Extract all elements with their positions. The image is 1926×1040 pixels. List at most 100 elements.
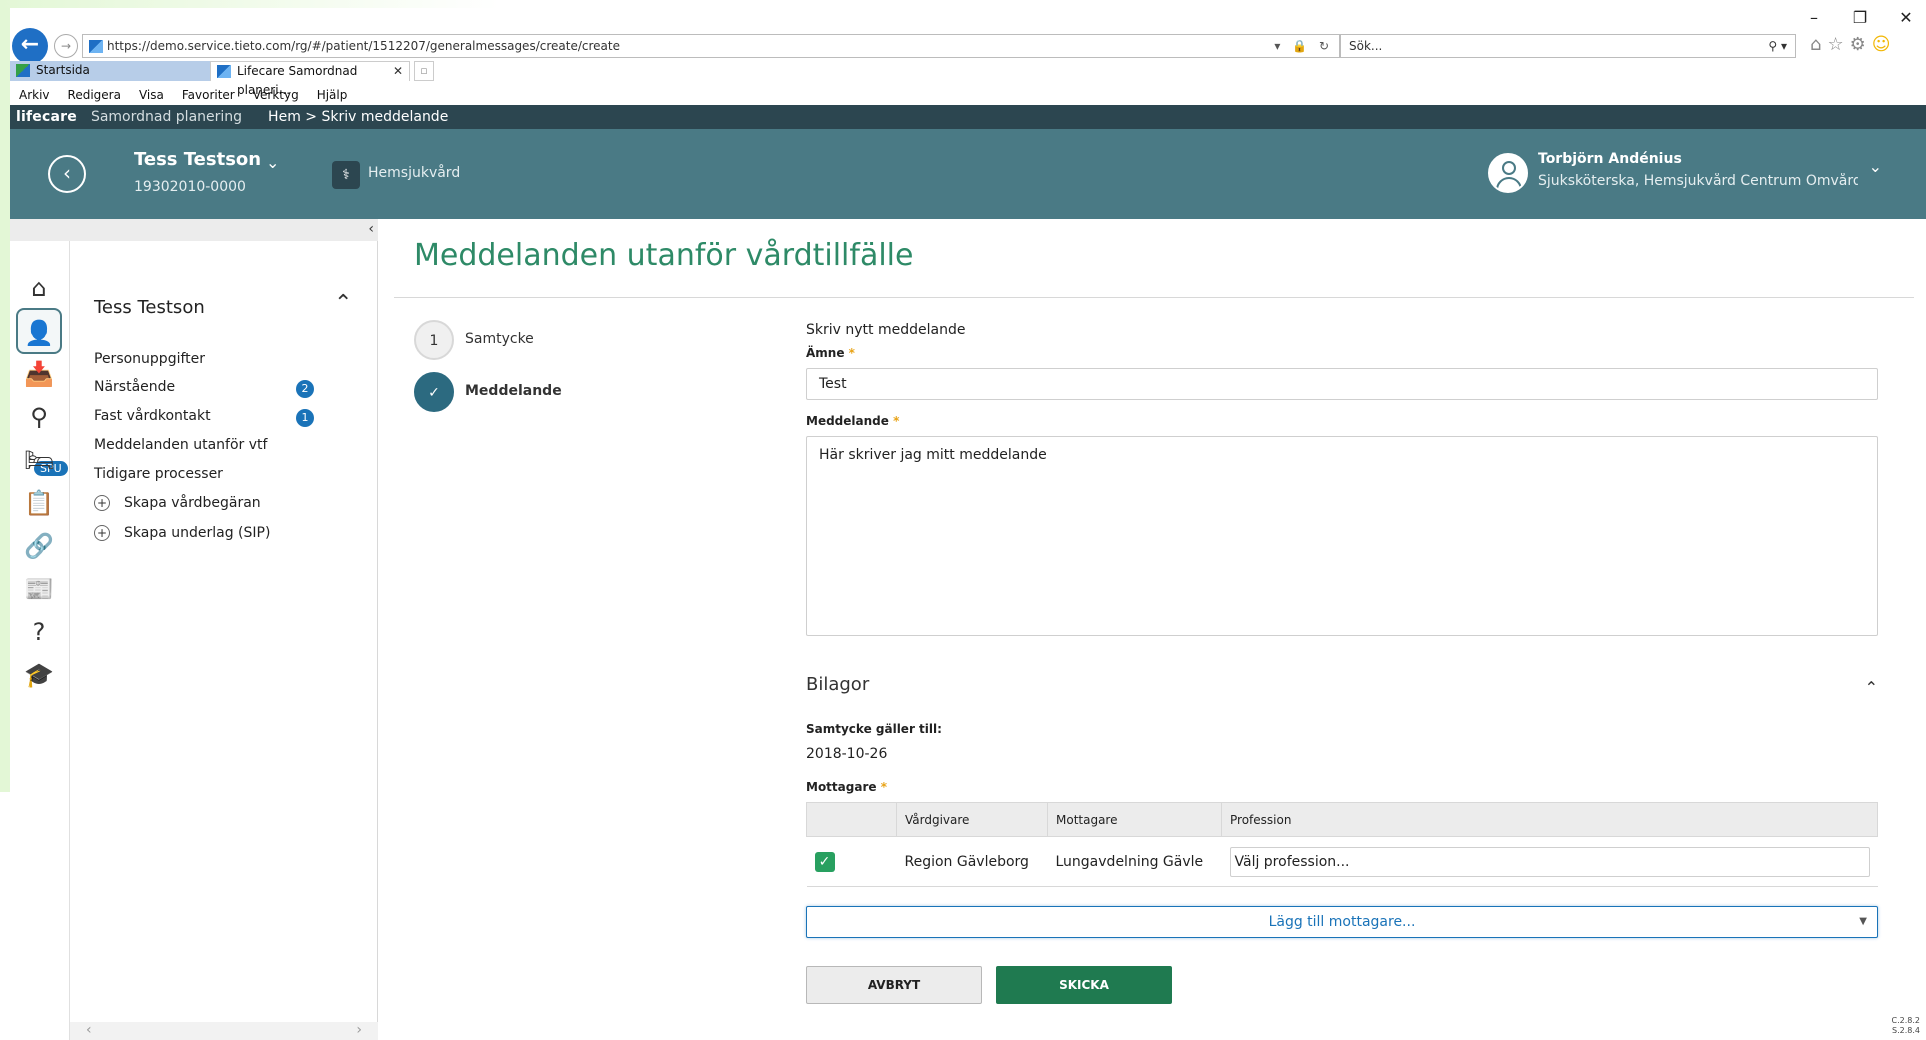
browser-forward-icon[interactable]: → xyxy=(54,34,78,58)
breadcrumb[interactable]: Hem > Skriv meddelande xyxy=(268,105,448,129)
menu-hjalp[interactable]: Hjälp xyxy=(308,85,357,105)
count-badge: 2 xyxy=(296,380,314,398)
column-header-profession[interactable]: Profession xyxy=(1221,802,1878,837)
report-nav-icon[interactable]: 📋 xyxy=(16,480,62,526)
home-nav-icon[interactable]: ⌂ xyxy=(16,265,62,311)
menu-visa[interactable]: Visa xyxy=(130,85,173,105)
new-tab-icon[interactable]: ▫ xyxy=(414,61,434,81)
tab-lifecare[interactable]: Lifecare Samordnad planeri... ✕ xyxy=(210,61,410,97)
required-mark: * xyxy=(880,780,887,794)
panel-title: Tess Testson xyxy=(94,297,205,318)
care-unit-label: Hemsjukvård xyxy=(368,165,461,181)
step-meddelande-indicator[interactable]: ✓ xyxy=(414,372,454,412)
send-button[interactable]: SKICKA xyxy=(996,966,1172,1004)
sidebar-item-narstaende[interactable]: Närstående xyxy=(94,379,175,395)
tab-label: Startsida xyxy=(36,63,90,77)
recipient-cell: Lungavdelning Gävle xyxy=(1047,836,1222,887)
brand-logo[interactable]: lifecare xyxy=(10,105,91,129)
menu-verktyg[interactable]: Verktyg xyxy=(244,85,308,105)
sidebar-item-personuppgifter[interactable]: Personuppgifter xyxy=(94,351,205,367)
table-header-row: Vårdgivare Mottagare Profession xyxy=(806,802,1878,837)
chevron-up-icon[interactable]: ⌃ xyxy=(1865,678,1878,697)
scroll-right-icon[interactable]: › xyxy=(356,1022,362,1038)
divider xyxy=(394,297,1914,298)
tab-favicon-icon xyxy=(16,64,30,77)
menu-arkiv[interactable]: Arkiv xyxy=(10,85,59,105)
browser-toolbar-icons: ⌂☆⚙☺ xyxy=(1810,34,1896,55)
dropdown-caret-icon: ▼ xyxy=(1859,916,1867,927)
minimize-icon[interactable]: – xyxy=(1806,8,1822,27)
sidebar-item-fast-vardkontakt[interactable]: Fast vårdkontakt xyxy=(94,408,211,424)
list-nav-icon[interactable]: 📰 xyxy=(16,566,62,612)
column-header-vardgivare[interactable]: Vårdgivare xyxy=(896,802,1048,837)
feedback-smile-icon[interactable]: ☺ xyxy=(1872,34,1897,55)
count-badge: 1 xyxy=(296,409,314,427)
close-window-icon[interactable]: ✕ xyxy=(1898,8,1914,27)
browser-tabs: Startsida Lifecare Samordnad planeri... … xyxy=(10,61,434,97)
step-samtycke-indicator[interactable]: 1 xyxy=(414,320,454,360)
attachments-title[interactable]: Bilagor xyxy=(806,674,869,695)
message-label: Meddelande * xyxy=(806,414,899,428)
scroll-left-icon[interactable]: ‹ xyxy=(86,1022,92,1038)
message-label-text: Meddelande xyxy=(806,414,889,428)
menu-redigera[interactable]: Redigera xyxy=(59,85,130,105)
column-header-mottagare[interactable]: Mottagare xyxy=(1047,802,1222,837)
user-menu-chevron-icon[interactable]: ⌄ xyxy=(1869,157,1882,176)
version-server: S.2.8.4 xyxy=(1892,1026,1920,1035)
window-controls: – ❐ ✕ xyxy=(1806,8,1914,27)
search-nav-icon[interactable]: ⚲ xyxy=(16,394,62,440)
site-favicon-icon xyxy=(89,40,103,53)
collapse-panel-icon[interactable]: ‹ xyxy=(368,221,374,237)
consent-date: 2018-10-26 xyxy=(806,746,888,762)
address-bar[interactable]: https://demo.service.tieto.com/rg/#/pati… xyxy=(82,34,1340,58)
profession-select[interactable]: Välj profession... xyxy=(1229,846,1870,877)
column-header-select xyxy=(806,802,897,837)
checkbox-checked-icon[interactable]: ✓ xyxy=(814,851,835,872)
panel-horizontal-scrollbar[interactable]: ‹ › xyxy=(70,1022,378,1040)
sidebar-item-skapa-underlag[interactable]: + Skapa underlag (SIP) xyxy=(94,525,270,541)
restore-icon[interactable]: ❐ xyxy=(1852,8,1868,27)
step-samtycke-label[interactable]: Samtycke xyxy=(465,331,534,347)
tab-favicon-icon xyxy=(217,65,231,78)
tab-close-icon[interactable]: ✕ xyxy=(393,62,403,81)
plus-icon: + xyxy=(94,525,110,541)
sidebar-item-meddelanden[interactable]: Meddelanden utanför vtf xyxy=(94,437,267,453)
chevron-down-icon[interactable]: ⌄ xyxy=(266,153,279,172)
tab-startsida[interactable]: Startsida xyxy=(10,61,210,81)
sidebar-item-skapa-vardbegaran[interactable]: + Skapa vårdbegäran xyxy=(94,495,261,511)
menu-favoriter[interactable]: Favoriter xyxy=(173,85,244,105)
browser-back-icon[interactable]: ← xyxy=(12,28,48,64)
back-arrow-icon[interactable]: ‹ xyxy=(48,155,86,193)
user-avatar-icon[interactable] xyxy=(1488,153,1528,193)
step-meddelande-label[interactable]: Meddelande xyxy=(465,383,562,399)
bed-nav-icon[interactable]: 🛏 xyxy=(16,437,62,483)
recipients-label: Mottagare * xyxy=(806,780,887,794)
provider-cell: Region Gävleborg xyxy=(896,836,1048,887)
user-name[interactable]: Torbjörn Andénius xyxy=(1538,151,1682,167)
url-text: https://demo.service.tieto.com/rg/#/pati… xyxy=(107,39,620,53)
home-icon[interactable]: ⌂ xyxy=(1810,34,1827,55)
add-recipient-label: Lägg till mottagare... xyxy=(1268,914,1416,930)
sidebar-item-label: Skapa vårdbegäran xyxy=(124,495,261,511)
message-textarea[interactable]: Här skriver jag mitt meddelande xyxy=(806,436,1878,636)
address-bar-icons[interactable]: ▾ 🔒 ↻ xyxy=(1274,35,1333,57)
favorites-star-icon[interactable]: ☆ xyxy=(1827,34,1849,55)
patient-nav-icon[interactable]: 👤 xyxy=(16,308,62,354)
patient-name[interactable]: Tess Testson xyxy=(134,149,261,170)
recipients-table: Vårdgivare Mottagare Profession ✓ Region… xyxy=(806,802,1878,887)
add-recipient-dropdown[interactable]: Lägg till mottagare... ▼ xyxy=(806,906,1878,938)
link-nav-icon[interactable]: 🔗 xyxy=(16,523,62,569)
subject-input[interactable]: Test xyxy=(806,368,1878,400)
settings-gear-icon[interactable]: ⚙ xyxy=(1850,34,1872,55)
plus-icon: + xyxy=(94,495,110,511)
row-checkbox-cell: ✓ xyxy=(806,836,897,887)
cancel-button[interactable]: AVBRYT xyxy=(806,966,982,1004)
sidebar-item-tidigare-processer[interactable]: Tidigare processer xyxy=(94,466,223,482)
search-icon[interactable]: ⚲ ▾ xyxy=(1768,35,1787,57)
required-mark: * xyxy=(848,346,855,360)
education-nav-icon[interactable]: 🎓 xyxy=(16,652,62,698)
chevron-up-icon[interactable]: ⌃ xyxy=(334,291,352,316)
browser-search-input[interactable]: Sök... ⚲ ▾ xyxy=(1340,34,1796,58)
inbox-nav-icon[interactable]: 📥 xyxy=(16,351,62,397)
help-nav-icon[interactable]: ? xyxy=(16,609,62,655)
